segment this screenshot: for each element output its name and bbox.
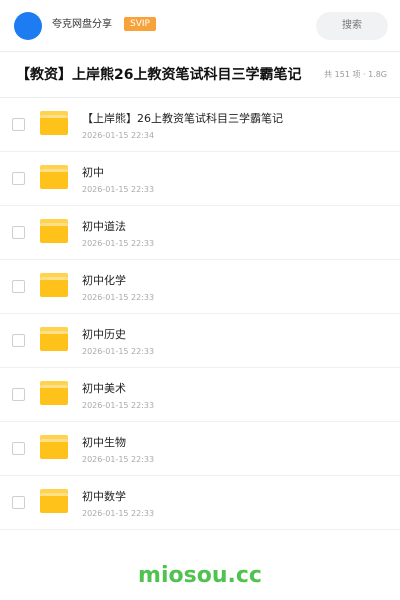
item-name: 初中历史 xyxy=(82,328,126,341)
select-checkbox[interactable] xyxy=(12,226,25,239)
folder-meta: 共 151 项 · 1.8G xyxy=(324,70,387,79)
folder-icon xyxy=(40,435,68,459)
svip-badge: SVIP xyxy=(124,17,156,31)
list-item[interactable]: 初中 2026-01-15 22:33 xyxy=(0,152,400,206)
item-date: 2026-01-15 22:33 xyxy=(82,509,155,518)
select-checkbox[interactable] xyxy=(12,280,25,293)
page-title: 【教资】上岸熊26上教资笔试科目三学霸笔记 xyxy=(16,67,302,83)
item-name: 初中美术 xyxy=(82,382,126,395)
search-input[interactable] xyxy=(316,12,388,40)
select-checkbox[interactable] xyxy=(12,172,25,185)
select-checkbox[interactable] xyxy=(12,442,25,455)
list-item[interactable]: 初中道法 2026-01-15 22:33 xyxy=(0,206,400,260)
list-item[interactable]: 【上岸熊】26上教资笔试科目三学霸笔记 2026-01-15 22:34 xyxy=(0,98,400,152)
item-name: 初中数学 xyxy=(82,490,126,503)
username: 夸克网盘分享 xyxy=(52,19,112,30)
item-date: 2026-01-15 22:33 xyxy=(82,401,155,410)
folder-icon xyxy=(40,489,68,513)
item-name: 【上岸熊】26上教资笔试科目三学霸笔记 xyxy=(82,112,283,125)
item-date: 2026-01-15 22:33 xyxy=(82,347,155,356)
select-checkbox[interactable] xyxy=(12,334,25,347)
item-date: 2026-01-15 22:34 xyxy=(82,131,155,140)
folder-icon xyxy=(40,273,68,297)
list-item[interactable]: 初中生物 2026-01-15 22:33 xyxy=(0,422,400,476)
watermark: miosou.cc xyxy=(138,563,262,588)
select-checkbox[interactable] xyxy=(12,118,25,131)
folder-icon xyxy=(40,111,68,135)
list-item[interactable]: 初中美术 2026-01-15 22:33 xyxy=(0,368,400,422)
item-date: 2026-01-15 22:33 xyxy=(82,185,155,194)
item-date: 2026-01-15 22:33 xyxy=(82,455,155,464)
list-item[interactable]: 初中数学 2026-01-15 22:33 xyxy=(0,476,400,530)
folder-icon xyxy=(40,381,68,405)
select-checkbox[interactable] xyxy=(12,496,25,509)
item-name: 初中生物 xyxy=(82,436,126,449)
list-item[interactable]: 初中化学 2026-01-15 22:33 xyxy=(0,260,400,314)
item-date: 2026-01-15 22:33 xyxy=(82,293,155,302)
select-checkbox[interactable] xyxy=(12,388,25,401)
folder-icon xyxy=(40,165,68,189)
item-name: 初中道法 xyxy=(82,220,126,233)
file-list: 【上岸熊】26上教资笔试科目三学霸笔记 2026-01-15 22:34 初中 … xyxy=(0,98,400,530)
avatar[interactable] xyxy=(14,12,42,40)
folder-title-bar: 【教资】上岸熊26上教资笔试科目三学霸笔记 共 151 项 · 1.8G xyxy=(0,52,400,98)
top-bar: 夸克网盘分享 SVIP xyxy=(0,0,400,52)
item-name: 初中 xyxy=(82,166,104,179)
item-name: 初中化学 xyxy=(82,274,126,287)
list-item[interactable]: 初中历史 2026-01-15 22:33 xyxy=(0,314,400,368)
item-date: 2026-01-15 22:33 xyxy=(82,239,155,248)
folder-icon xyxy=(40,219,68,243)
folder-icon xyxy=(40,327,68,351)
